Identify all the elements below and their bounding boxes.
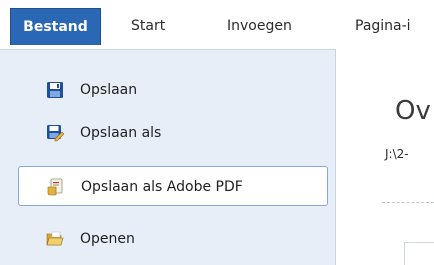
menu-item-label: Opslaan als Adobe PDF xyxy=(81,179,243,195)
document-path: J:\2- xyxy=(385,147,409,161)
menu-item-opslaan-als[interactable]: Opslaan als xyxy=(18,113,328,153)
info-heading: Ov xyxy=(395,96,431,126)
dashed-divider xyxy=(382,202,434,203)
menu-item-label: Opslaan xyxy=(80,82,138,98)
open-folder-icon xyxy=(46,230,64,248)
menu-item-opslaan[interactable]: Opslaan xyxy=(18,70,328,110)
tab-bestand[interactable]: Bestand xyxy=(10,8,101,45)
tab-invoegen[interactable]: Invoegen xyxy=(227,8,292,45)
menu-item-label: Openen xyxy=(80,231,135,247)
tab-start[interactable]: Start xyxy=(131,8,165,45)
tab-pagina-indeling[interactable]: Pagina-i xyxy=(355,8,411,45)
menu-item-label: Opslaan als xyxy=(80,125,162,141)
save-as-icon xyxy=(46,124,65,142)
menu-item-opslaan-als-adobe-pdf[interactable]: Opslaan als Adobe PDF xyxy=(18,166,328,206)
ribbon-tab-bar: Bestand Start Invoegen Pagina-i xyxy=(0,0,434,49)
info-action-box[interactable] xyxy=(404,242,434,265)
adobe-pdf-icon xyxy=(47,178,65,196)
menu-item-openen[interactable]: Openen xyxy=(18,219,328,259)
save-icon xyxy=(46,81,64,99)
